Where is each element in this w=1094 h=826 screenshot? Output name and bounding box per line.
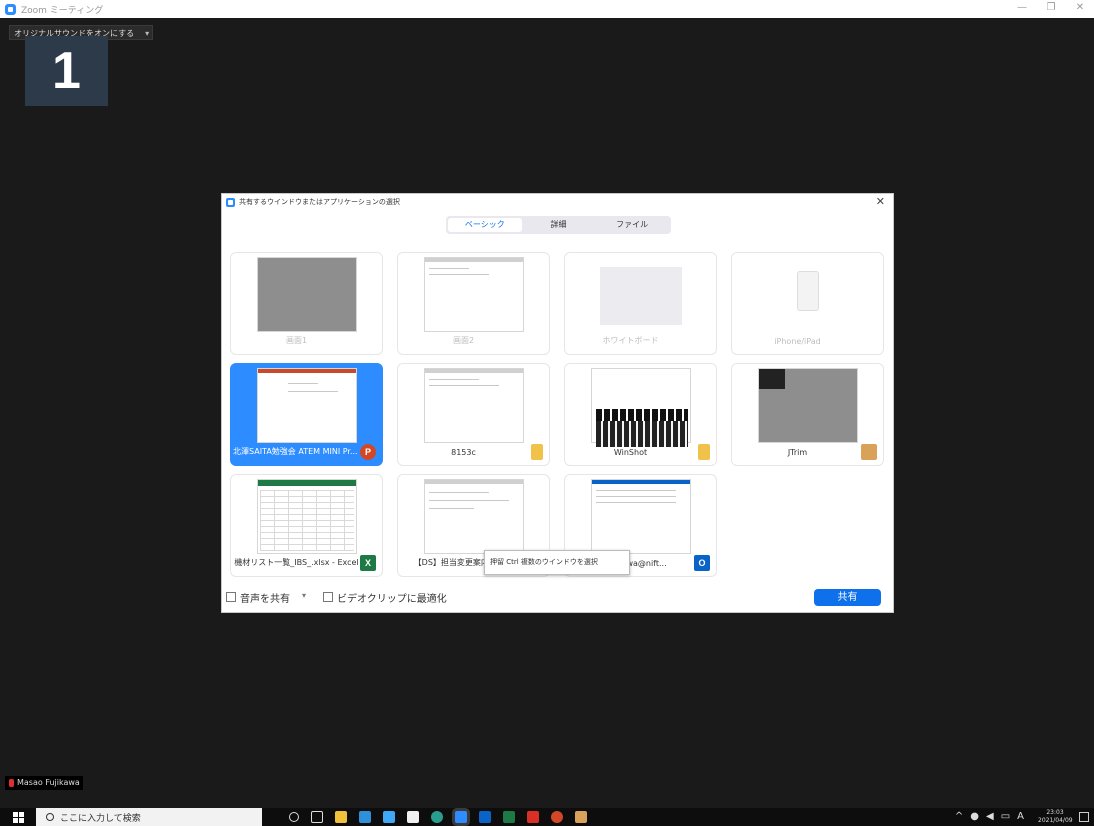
taskbar-clock[interactable]: 23:03 2021/04/09	[1038, 809, 1073, 825]
share-tile-8153c[interactable]: 8153c	[397, 363, 550, 466]
app-icon[interactable]	[407, 811, 419, 823]
share-audio-checkbox[interactable]	[226, 592, 236, 602]
excel-icon: X	[360, 555, 376, 571]
chevron-down-icon[interactable]: ▾	[302, 591, 306, 600]
zoom-logo-icon	[5, 3, 16, 15]
thumbnail	[257, 368, 357, 443]
multi-select-tooltip: 押留 Ctrl 複数のウインドウを選択	[484, 550, 630, 575]
thumbnail	[424, 257, 524, 332]
chevron-down-icon[interactable]: ▾	[145, 26, 149, 41]
acrobat-icon[interactable]	[527, 811, 539, 823]
windows-start-icon[interactable]	[13, 812, 24, 823]
thumbnail	[758, 368, 858, 443]
tab-basic[interactable]: ベーシック	[448, 218, 522, 232]
share-tile-powerpoint[interactable]: 北澤SAITA勉強会 ATEM MINI Pr... P	[230, 363, 383, 466]
powerpoint-icon: P	[360, 444, 376, 460]
tab-files[interactable]: ファイル	[595, 218, 669, 232]
thumbnail	[591, 479, 691, 554]
system-tray: ^ ● ◀ ▭ A	[955, 811, 1024, 822]
folder-icon	[531, 444, 543, 460]
dialog-title: 共有するウインドウまたはアプリケーションの選択	[239, 198, 400, 206]
share-tile-jtrim[interactable]: JTrim	[731, 363, 884, 466]
share-tile-excel[interactable]: 機材リスト一覧_IBS_.xlsx - Excel X	[230, 474, 383, 577]
jtrim-taskbar-icon[interactable]	[575, 811, 587, 823]
tile-label: iPhone/iPad	[774, 337, 821, 346]
task-view-icon[interactable]	[311, 811, 323, 823]
dialog-footer: 音声を共有 ▾ ビデオクリップに最適化 共有	[222, 588, 893, 608]
cortana-icon[interactable]	[289, 812, 299, 822]
share-tile-whiteboard[interactable]: ホワイトボード	[564, 252, 717, 355]
optimize-video-checkbox[interactable]	[323, 592, 333, 602]
optimize-video-label[interactable]: ビデオクリップに最適化	[337, 590, 447, 605]
notification-icon[interactable]	[1079, 812, 1089, 822]
close-icon[interactable]: ✕	[876, 195, 885, 208]
edge-icon[interactable]	[431, 811, 443, 823]
thumbnail	[257, 479, 357, 554]
thumbnail	[424, 368, 524, 443]
thumbnail	[257, 257, 357, 332]
jtrim-app-icon	[861, 444, 877, 460]
zoom-logo-icon	[226, 197, 235, 207]
window-title-bar: Zoom ミーティング — ❐ ✕	[0, 0, 1094, 18]
folder-icon	[698, 444, 710, 460]
tab-advanced[interactable]: 詳細	[522, 218, 596, 232]
tile-label: 画面2	[452, 336, 475, 345]
participant-number-tile: 1	[25, 36, 108, 106]
dialog-header: 共有するウインドウまたはアプリケーションの選択 ✕	[222, 194, 893, 210]
share-tile-iphone[interactable]: iPhone/iPad	[731, 252, 884, 355]
window-title: Zoom ミーティング	[21, 5, 104, 16]
restore-icon[interactable]: ❐	[1041, 2, 1061, 13]
share-tile-screen-1[interactable]: 画面1	[230, 252, 383, 355]
excel-taskbar-icon[interactable]	[503, 811, 515, 823]
whiteboard-icon	[600, 267, 682, 325]
tile-label: 8153c	[451, 448, 476, 457]
share-tabs: ベーシック 詳細 ファイル	[446, 216, 671, 234]
clock-time: 23:03	[1046, 809, 1064, 816]
thumbnail	[591, 368, 691, 447]
minimize-icon[interactable]: —	[1012, 2, 1032, 13]
mic-icon[interactable]: ●	[970, 811, 979, 822]
share-tile-winshot[interactable]: WinShot	[564, 363, 717, 466]
thumbnail-mosaic	[596, 421, 688, 447]
participant-name-tag: Masao Fujikawa	[5, 776, 83, 790]
tile-label: WinShot	[613, 448, 648, 457]
share-audio-label[interactable]: 音声を共有	[240, 590, 290, 605]
powerpoint-taskbar-icon[interactable]	[551, 811, 563, 823]
mic-muted-icon	[9, 779, 14, 787]
tile-label: 画面1	[285, 336, 308, 345]
chevron-up-icon[interactable]: ^	[955, 811, 963, 822]
search-icon	[46, 813, 54, 821]
phone-icon	[797, 271, 819, 311]
zoom-taskbar-icon[interactable]	[455, 811, 467, 823]
participant-name: Masao Fujikawa	[17, 778, 80, 787]
ime-indicator[interactable]: A	[1017, 811, 1024, 822]
speaker-icon[interactable]: ◀	[986, 811, 994, 822]
share-screen-dialog: 共有するウインドウまたはアプリケーションの選択 ✕ ベーシック 詳細 ファイル …	[221, 193, 894, 613]
thumbnail	[424, 479, 524, 554]
outlook-icon: O	[694, 555, 710, 571]
network-icon[interactable]: ▭	[1001, 811, 1010, 822]
share-tile-screen-2[interactable]: 画面2	[397, 252, 550, 355]
clock-date: 2021/04/09	[1038, 817, 1073, 824]
mail-icon[interactable]	[359, 811, 371, 823]
search-placeholder: ここに入力して検索	[60, 813, 141, 824]
windows-taskbar: ここに入力して検索 ^ ● ◀ ▭ A 23:03 2021/04/09	[0, 808, 1094, 826]
taskbar-search[interactable]: ここに入力して検索	[36, 808, 262, 826]
share-button[interactable]: 共有	[814, 589, 881, 606]
file-explorer-icon[interactable]	[335, 811, 347, 823]
outlook-taskbar-icon[interactable]	[479, 811, 491, 823]
close-window-icon[interactable]: ✕	[1070, 2, 1090, 13]
store-icon[interactable]	[383, 811, 395, 823]
tile-label: ホワイトボード	[602, 336, 659, 345]
